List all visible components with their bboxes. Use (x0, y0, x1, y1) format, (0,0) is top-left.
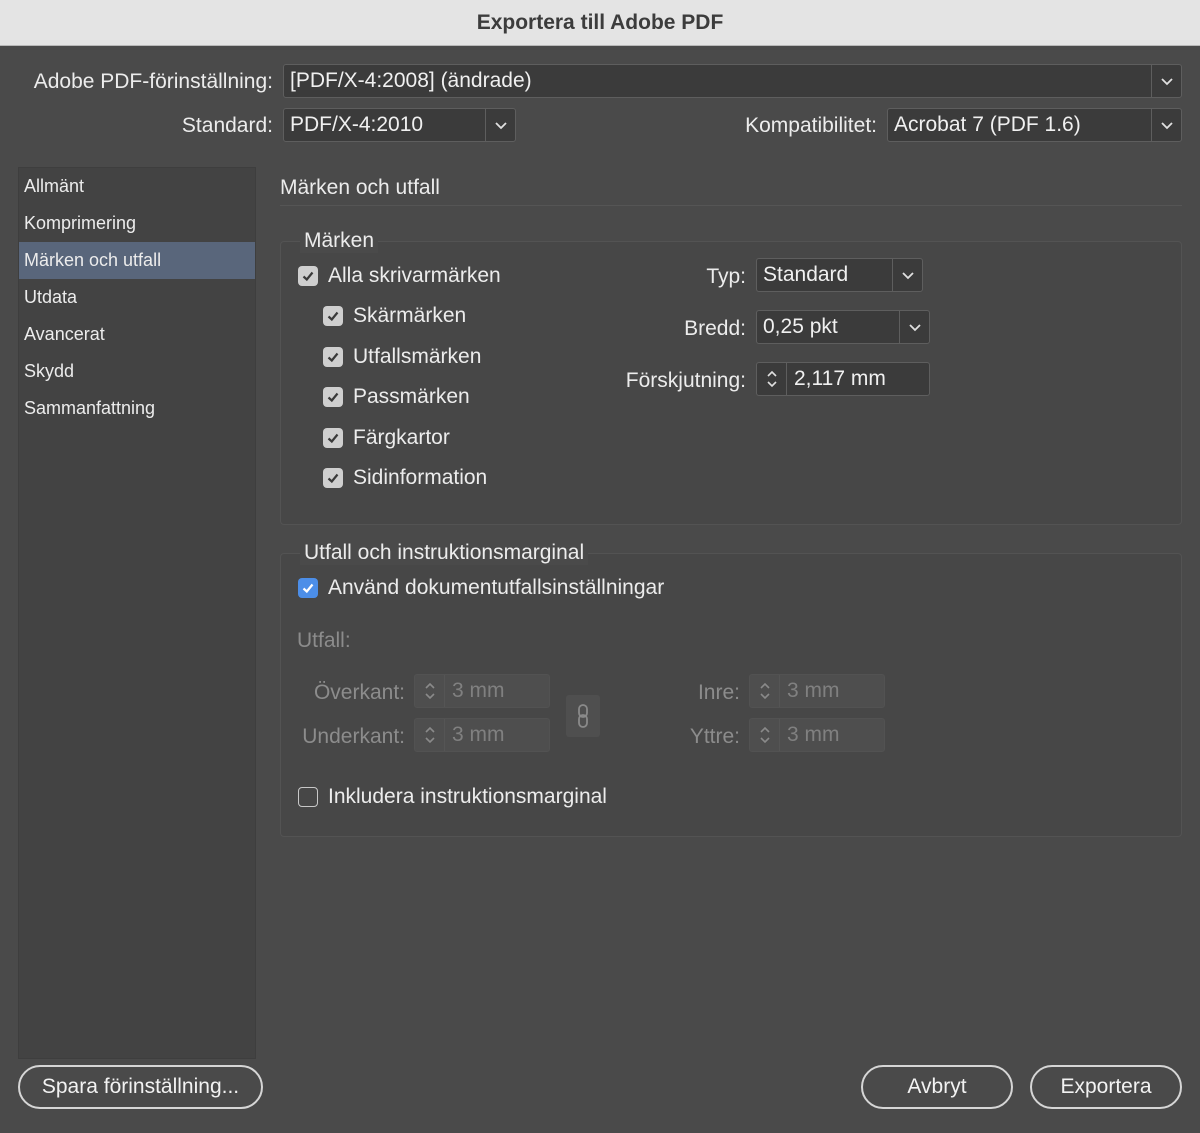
chevron-down-icon[interactable] (485, 109, 515, 141)
bottom-bleed-value[interactable]: 3 mm (445, 719, 549, 751)
checkbox-empty-icon (298, 787, 318, 807)
sidebar-item-advanced[interactable]: Avancerat (19, 316, 255, 353)
checkmark-icon (298, 266, 318, 286)
top-bleed-label: Överkant: (313, 681, 405, 704)
bottom-bleed-stepper[interactable]: 3 mm (414, 718, 550, 752)
compatibility-label: Kompatibilitet: (745, 114, 877, 137)
checkmark-icon (323, 347, 343, 367)
bleed-label: Utfall: (297, 629, 351, 652)
color-bars-checkbox[interactable]: Färgkartor (323, 426, 450, 450)
outside-bleed-label: Yttre: (689, 725, 740, 748)
compatibility-value: Acrobat 7 (PDF 1.6) (894, 113, 1081, 136)
all-printer-marks-checkbox[interactable]: Alla skrivarmärken (298, 264, 501, 288)
checkmark-icon (323, 468, 343, 488)
cancel-button[interactable]: Avbryt (861, 1065, 1013, 1109)
outside-bleed-stepper[interactable]: 3 mm (749, 718, 885, 752)
registration-marks-label: Passmärken (353, 385, 470, 408)
compatibility-dropdown[interactable]: Acrobat 7 (PDF 1.6) (887, 108, 1182, 142)
marks-group-title: Märken (300, 229, 379, 253)
export-button[interactable]: Exportera (1030, 1065, 1182, 1109)
outside-bleed-value[interactable]: 3 mm (780, 719, 884, 751)
checkmark-icon (323, 306, 343, 326)
sidebar-item-compression[interactable]: Komprimering (19, 205, 255, 242)
bleed-marks-label: Utfallsmärken (353, 345, 482, 368)
checkmark-icon (298, 578, 318, 598)
bottom-bleed-label: Underkant: (302, 725, 405, 748)
chevron-down-icon[interactable] (1151, 109, 1181, 141)
divider (280, 205, 1182, 206)
standard-dropdown[interactable]: PDF/X-4:2010 (283, 108, 516, 142)
chevron-down-icon[interactable] (899, 311, 929, 343)
standard-label: Standard: (181, 114, 273, 137)
sidebar-item-output[interactable]: Utdata (19, 279, 255, 316)
top-bleed-stepper[interactable]: 3 mm (414, 674, 550, 708)
window-title: Exportera till Adobe PDF (476, 10, 724, 34)
category-sidebar: Allmänt Komprimering Märken och utfall U… (18, 167, 256, 1059)
sidebar-item-security[interactable]: Skydd (19, 353, 255, 390)
mark-type-dropdown[interactable]: Standard (756, 258, 923, 292)
offset-stepper[interactable]: 2,117 mm (756, 362, 930, 396)
preset-label: Adobe PDF-förinställning: (33, 70, 273, 93)
chevron-down-icon[interactable] (1151, 65, 1181, 97)
color-bars-label: Färgkartor (353, 426, 450, 449)
standard-value: PDF/X-4:2010 (290, 113, 424, 136)
preset-value: [PDF/X-4:2008] (ändrade) (290, 69, 532, 92)
checkmark-icon (323, 428, 343, 448)
use-document-bleed-checkbox[interactable]: Använd dokumentutfallsinställningar (298, 576, 664, 600)
weight-label: Bredd: (684, 317, 746, 340)
include-slug-label: Inkludera instruktionsmarginal (328, 785, 607, 808)
mark-weight-value: 0,25 pkt (763, 315, 838, 338)
stepper-arrows-icon[interactable] (750, 675, 780, 707)
sidebar-item-summary[interactable]: Sammanfattning (19, 390, 255, 427)
page-title: Märken och utfall (280, 176, 440, 199)
inside-bleed-value[interactable]: 3 mm (780, 675, 884, 707)
registration-marks-checkbox[interactable]: Passmärken (323, 385, 470, 409)
all-printer-marks-label: Alla skrivarmärken (328, 264, 501, 287)
chain-link-icon[interactable] (566, 695, 600, 737)
page-info-checkbox[interactable]: Sidinformation (323, 466, 487, 490)
stepper-arrows-icon[interactable] (415, 675, 445, 707)
mark-type-value: Standard (763, 263, 849, 286)
crop-marks-label: Skärmärken (353, 304, 467, 327)
offset-label: Förskjutning: (625, 369, 746, 392)
window-titlebar: Exportera till Adobe PDF (0, 0, 1200, 46)
type-label: Typ: (706, 265, 746, 288)
sidebar-item-general[interactable]: Allmänt (19, 168, 255, 205)
inside-bleed-stepper[interactable]: 3 mm (749, 674, 885, 708)
stepper-arrows-icon[interactable] (757, 363, 787, 395)
include-slug-checkbox[interactable]: Inkludera instruktionsmarginal (298, 785, 607, 809)
chevron-down-icon[interactable] (892, 259, 922, 291)
sidebar-item-marks-and-bleeds[interactable]: Märken och utfall (19, 242, 255, 279)
crop-marks-checkbox[interactable]: Skärmärken (323, 304, 466, 328)
bleed-marks-checkbox[interactable]: Utfallsmärken (323, 345, 481, 369)
save-preset-button[interactable]: Spara förinställning... (18, 1065, 263, 1109)
preset-dropdown[interactable]: [PDF/X-4:2008] (ändrade) (283, 64, 1182, 98)
mark-weight-dropdown[interactable]: 0,25 pkt (756, 310, 930, 344)
top-bleed-value[interactable]: 3 mm (445, 675, 549, 707)
bleed-slug-group-title: Utfall och instruktionsmarginal (300, 541, 589, 565)
stepper-arrows-icon[interactable] (415, 719, 445, 751)
inside-bleed-label: Inre: (697, 681, 740, 704)
checkmark-icon (323, 387, 343, 407)
page-info-label: Sidinformation (353, 466, 488, 489)
export-dialog: Adobe PDF-förinställning: [PDF/X-4:2008]… (0, 46, 1200, 1133)
use-document-bleed-label: Använd dokumentutfallsinställningar (328, 576, 665, 599)
stepper-arrows-icon[interactable] (750, 719, 780, 751)
offset-value[interactable]: 2,117 mm (787, 363, 929, 395)
